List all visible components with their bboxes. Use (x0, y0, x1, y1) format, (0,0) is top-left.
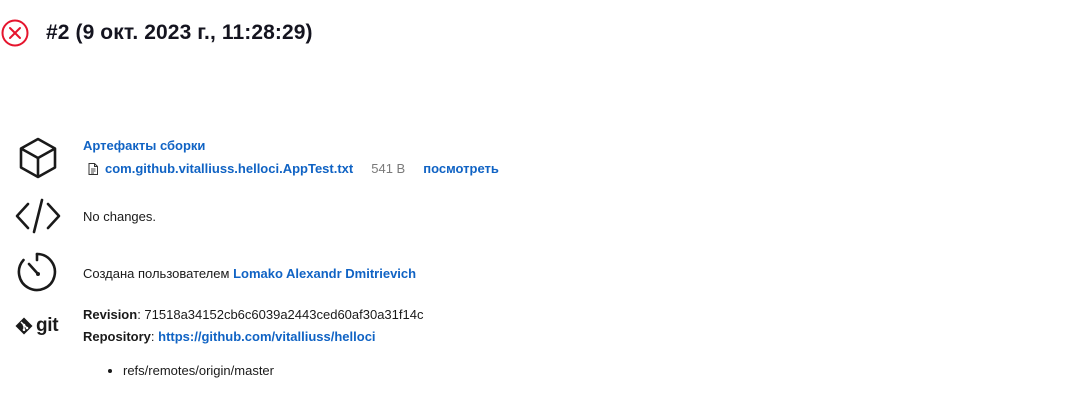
repository-line: Repository: https://github.com/vitallius… (83, 329, 376, 344)
repository-label: Repository (83, 329, 151, 344)
cause-text: Создана пользователем Lomako Alexandr Dm… (83, 266, 416, 281)
branch-list: refs/remotes/origin/master (95, 363, 274, 378)
artifact-file-size: 541 B (371, 161, 406, 176)
changes-text: No changes. (83, 209, 156, 224)
code-icon (15, 198, 61, 234)
git-logo-text: git (36, 315, 59, 336)
artifact-item: com.github.vitalliuss.helloci.AppTest.tx… (86, 161, 499, 176)
list-item: refs/remotes/origin/master (123, 363, 274, 378)
package-icon (19, 137, 57, 179)
revision-label: Revision (83, 307, 138, 322)
page-title: #2 (9 окт. 2023 г., 11:28:29) (46, 21, 313, 44)
file-icon (88, 162, 98, 175)
repository-link[interactable]: https://github.com/vitalliuss/helloci (158, 329, 375, 344)
view-artifact-link[interactable]: посмотреть (423, 161, 499, 176)
artifacts-link[interactable]: Артефакты сборки (83, 138, 205, 153)
git-diamond-icon (15, 317, 33, 335)
cause-user-link[interactable]: Lomako Alexandr Dmitrievich (233, 266, 416, 281)
git-icon: git (14, 315, 59, 337)
revision-value: 71518a34152cb6c6039a2443ced60af30a31f14c (144, 307, 424, 322)
cause-prefix: Создана пользователем (83, 266, 230, 281)
failed-icon (1, 19, 29, 47)
artifact-file-link[interactable]: com.github.vitalliuss.helloci.AppTest.tx… (105, 161, 353, 176)
timer-icon (17, 252, 57, 292)
build-header: #2 (9 окт. 2023 г., 11:28:29) (0, 18, 313, 48)
revision-line: Revision: 71518a34152cb6c6039a2443ced60a… (83, 307, 424, 322)
